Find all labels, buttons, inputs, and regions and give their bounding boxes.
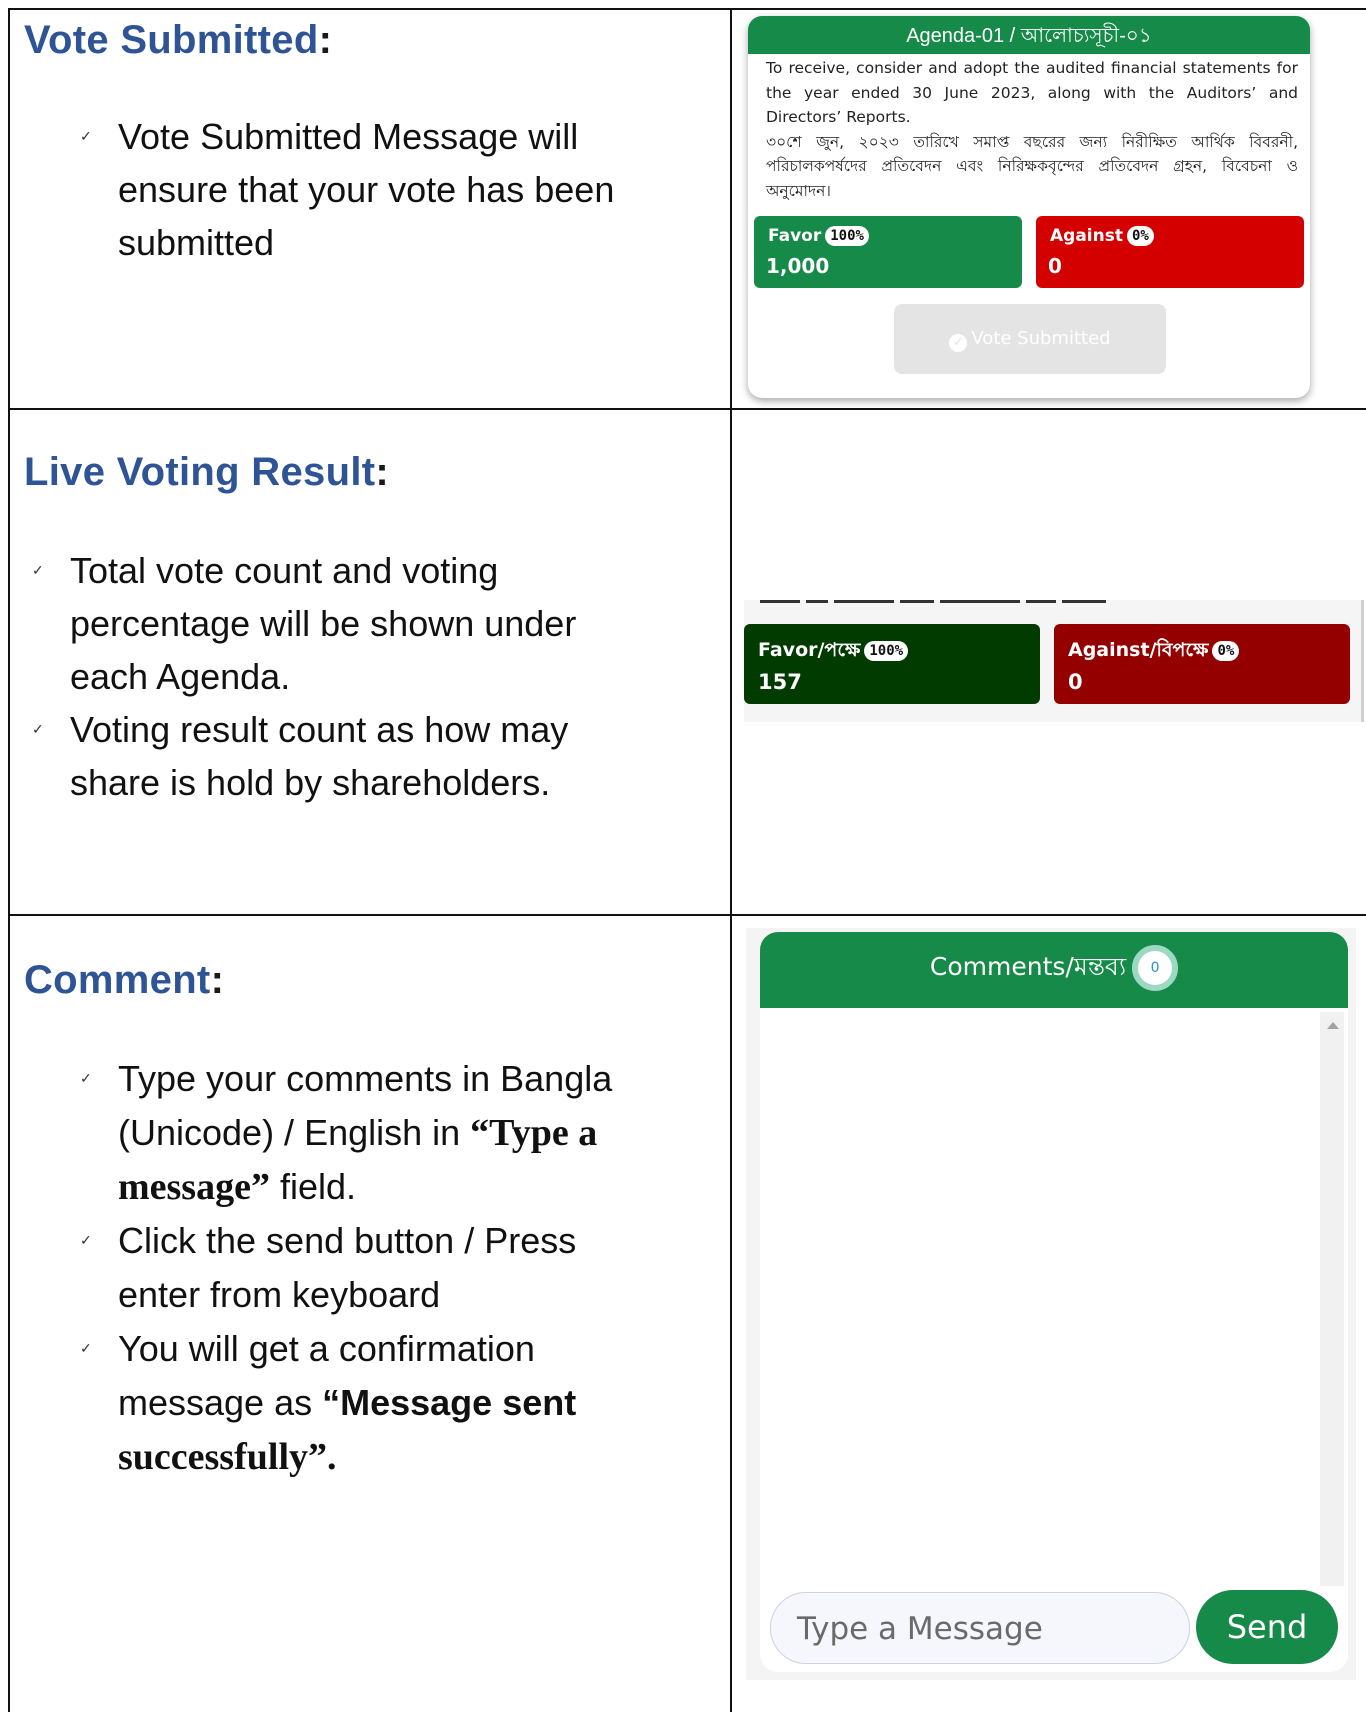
against-percent-badge: 0% — [1126, 226, 1154, 246]
favor-label: Favor — [768, 226, 822, 246]
against-label: Against — [1050, 226, 1123, 246]
table-border-top — [8, 8, 1366, 10]
against-count: 0 — [1048, 254, 1062, 278]
bullet-check-icon: ✓ — [80, 1070, 92, 1086]
live-against-count: 0 — [1068, 670, 1083, 694]
live-favor-percent-badge: 100% — [864, 641, 909, 661]
agenda-title: Agenda-01 / আলোচ্যসূচী-০১ — [748, 16, 1310, 54]
agenda-card: Agenda-01 / আলোচ্যসূচী-০১ To receive, co… — [748, 16, 1310, 398]
bullet-item: ✓ Total vote count and voting percentage… — [32, 544, 700, 703]
live-favor-tile: Favor/পক্ষে 100% 157 — [744, 624, 1040, 704]
bullet-check-icon: ✓ — [80, 1232, 92, 1248]
comment-bullets: ✓ Type your comments in Bangla (Unicode)… — [80, 1052, 718, 1484]
live-favor-count: 157 — [758, 670, 802, 694]
live-favor-label: Favor/পক্ষে — [758, 639, 861, 661]
send-button[interactable]: Send — [1196, 1590, 1338, 1664]
bullet-item: ✓ Type your comments in Bangla (Unicode)… — [80, 1052, 718, 1214]
comments-scrollbar[interactable] — [1320, 1012, 1344, 1586]
live-result-strip: Favor/পক্ষে 100% 157 Against/বিপক্ষে 0% 0 — [744, 600, 1364, 722]
bullet-check-icon: ✓ — [80, 1340, 92, 1356]
check-circle-icon: ✓ — [949, 334, 968, 352]
vote-tiles: Favor 100% 1,000 Against 0% 0 — [754, 216, 1304, 288]
agenda-description-bn: ৩০শে জুন, ২০২৩ তারিখে সমাপ্ত বছরের জন্য … — [766, 132, 1298, 200]
favor-tile: Favor 100% 1,000 — [754, 216, 1022, 288]
agenda-description-en: To receive, consider and adopt the audit… — [766, 59, 1298, 126]
against-tile: Against 0% 0 — [1036, 216, 1304, 288]
bullet-item: ✓ You will get a confirmation message as… — [80, 1322, 718, 1484]
table-border-left — [8, 8, 10, 1712]
comments-box: Comments/মন্তব্য 0 Type a Message Send — [760, 932, 1348, 1672]
favor-count: 1,000 — [766, 254, 830, 278]
bullet-check-icon: ✓ — [32, 721, 44, 737]
live-against-label: Against/বিপক্ষে — [1068, 639, 1209, 661]
live-against-percent-badge: 0% — [1212, 641, 1240, 661]
strip-scroll-edge — [1361, 600, 1364, 722]
vote-submitted-bullets: ✓ Vote Submitted Message will ensure tha… — [80, 110, 708, 269]
comments-count-badge: 0 — [1132, 945, 1179, 991]
bullet-check-icon: ✓ — [32, 562, 44, 578]
section-heading-live-voting-result: Live Voting Result: — [24, 450, 389, 494]
table-column-divider — [730, 8, 732, 1712]
bullet-item: ✓ Vote Submitted Message will ensure tha… — [80, 110, 708, 269]
table-row-divider-1 — [8, 408, 1366, 410]
bullet-item: ✓ Click the send button / Press enter fr… — [80, 1214, 718, 1322]
scroll-up-arrow-icon[interactable] — [1327, 1022, 1339, 1029]
bullet-item: ✓ Voting result count as how may share i… — [32, 703, 700, 809]
section-heading-comment: Comment: — [24, 958, 225, 1002]
comments-panel: Comments/মন্তব্য 0 Type a Message Send — [746, 928, 1356, 1680]
bullet-check-icon: ✓ — [80, 128, 92, 144]
cropped-text-remnant — [760, 600, 1160, 606]
vote-submitted-button[interactable]: ✓ Vote Submitted — [894, 304, 1166, 374]
message-input[interactable]: Type a Message — [770, 1592, 1190, 1664]
live-against-tile: Against/বিপক্ষে 0% 0 — [1054, 624, 1350, 704]
agenda-description: To receive, consider and adopt the audit… — [748, 54, 1310, 203]
comments-title: Comments/মন্তব্য — [929, 952, 1127, 981]
live-result-bullets: ✓ Total vote count and voting percentage… — [32, 544, 700, 809]
table-row-divider-2 — [8, 914, 1366, 916]
favor-percent-badge: 100% — [825, 226, 869, 246]
section-heading-vote-submitted: Vote Submitted: — [24, 18, 333, 62]
comments-header: Comments/মন্তব্য 0 — [760, 932, 1348, 1008]
